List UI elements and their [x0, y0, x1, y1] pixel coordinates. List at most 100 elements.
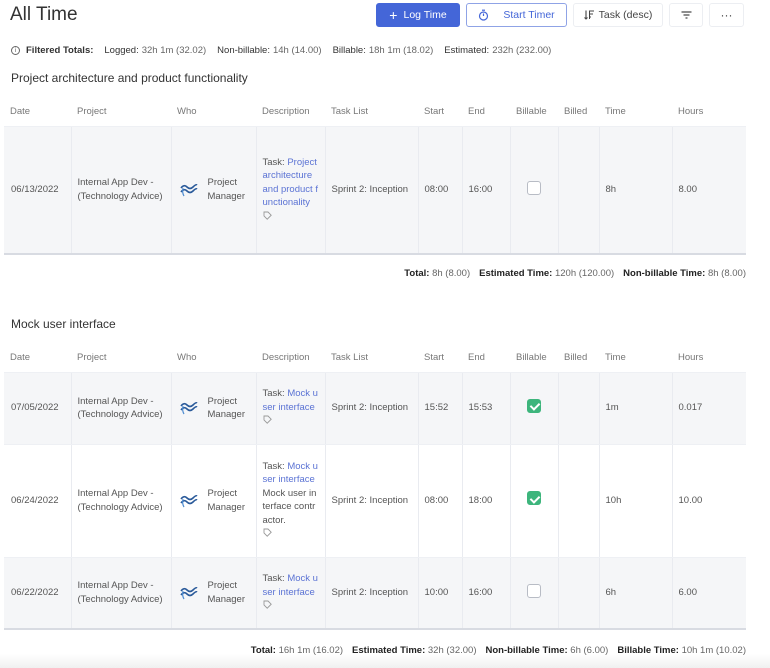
- time-entries-table: Date Project Who Description Task List Start E…: [4, 344, 746, 630]
- cell-who: Project Manager: [170, 557, 256, 630]
- page-title: All Time: [10, 4, 78, 25]
- avatar-icon: [179, 401, 198, 415]
- cell-who: Project Manager: [170, 444, 256, 558]
- column-header-who[interactable]: Who: [171, 344, 256, 372]
- column-header-task-list[interactable]: Task List: [325, 98, 418, 126]
- column-header-billed[interactable]: Billed: [558, 98, 599, 126]
- cell-who: Project Manager: [170, 125, 256, 255]
- cell-date: 07/05/2022: [4, 371, 71, 445]
- cell-description: Task: Mock user interface: [255, 371, 325, 445]
- column-header-end[interactable]: End: [462, 98, 510, 126]
- cell-billable: [509, 371, 558, 445]
- desc-note: Mock user interface contractor.: [262, 487, 317, 526]
- column-header-task-list[interactable]: Task List: [325, 344, 418, 372]
- column-header-project[interactable]: Project: [71, 98, 171, 126]
- who-name: Project Manager: [207, 177, 246, 202]
- stopwatch-icon: [479, 9, 489, 21]
- cell-date: 06/13/2022: [4, 125, 71, 255]
- tag-icon[interactable]: [263, 600, 319, 614]
- column-header-time[interactable]: Time: [599, 344, 672, 372]
- toolbar: + Log Time Start Timer Task (desc) ···: [376, 3, 744, 27]
- log-time-label: Log Time: [403, 9, 447, 21]
- desc-prefix: Task:: [262, 388, 285, 400]
- desc-prefix: Task:: [262, 460, 285, 472]
- cell-project: Internal App Dev - (Technology Advice): [70, 125, 171, 255]
- cell-end: 18:00: [461, 444, 510, 558]
- group-title: Project architecture and product functio…: [11, 71, 248, 85]
- total-non-billable: Non-billable: 14h (14.00): [217, 45, 322, 56]
- cell-time: 6h: [598, 557, 672, 630]
- cell-start: 10:00: [417, 557, 462, 630]
- cell-start: 08:00: [417, 444, 462, 558]
- cell-hours: 10.00: [671, 444, 746, 558]
- sort-button[interactable]: Task (desc): [573, 3, 663, 27]
- billable-checkbox[interactable]: [527, 398, 541, 413]
- column-header-billed[interactable]: Billed: [558, 344, 599, 372]
- desc-prefix: Task:: [262, 573, 285, 584]
- total-estimated: Estimated: 232h (232.00): [444, 45, 552, 56]
- group-total-item: Total: 8h (8.00): [404, 268, 471, 279]
- cell-start: 08:00: [417, 125, 462, 255]
- column-header-project[interactable]: Project: [71, 344, 171, 372]
- table-row[interactable]: 06/22/2022 Internal App Dev - (Technology…: [4, 557, 746, 630]
- column-header-end[interactable]: End: [462, 344, 510, 372]
- column-header-description[interactable]: Description: [256, 344, 325, 372]
- cell-billable: [509, 557, 558, 630]
- billable-checkbox[interactable]: [527, 180, 541, 195]
- filtered-totals: i Filtered Totals: Logged: 32h 1m (32.02)…: [11, 45, 562, 56]
- cell-billed: [557, 371, 599, 445]
- cell-time: 10h: [598, 444, 672, 558]
- column-header-time[interactable]: Time: [599, 98, 672, 126]
- cell-end: 15:53: [461, 371, 510, 445]
- column-header-date[interactable]: Date: [4, 98, 71, 126]
- cell-billable: [509, 444, 558, 558]
- column-header-date[interactable]: Date: [4, 344, 71, 372]
- cell-description: Task: Mock user interface Mock user inte…: [255, 444, 325, 558]
- cell-billed: [557, 557, 599, 630]
- cell-time: 1m: [598, 371, 672, 445]
- sort-icon: [583, 10, 594, 20]
- billable-checkbox[interactable]: [527, 583, 541, 598]
- column-header-hours[interactable]: Hours: [672, 98, 746, 126]
- column-header-description[interactable]: Description: [256, 98, 325, 126]
- desc-prefix: Task:: [262, 156, 285, 168]
- cell-task-list: Sprint 2: Inception: [324, 444, 418, 558]
- table-row[interactable]: 06/24/2022 Internal App Dev - (Technology…: [4, 444, 746, 558]
- filter-button[interactable]: [669, 3, 703, 27]
- tag-icon[interactable]: [263, 211, 319, 225]
- group-title: Mock user interface: [11, 317, 116, 331]
- table-row[interactable]: 06/13/2022 Internal App Dev - (Technology…: [4, 125, 746, 255]
- column-header-billable[interactable]: Billable: [510, 344, 558, 372]
- group-totals: Total: 8h (8.00) Estimated Time: 120h (12…: [404, 268, 746, 279]
- cell-description: Task: Project architecture and product f…: [255, 125, 325, 255]
- more-icon: ···: [720, 8, 733, 22]
- cell-task-list: Sprint 2: Inception: [324, 125, 418, 255]
- column-header-start[interactable]: Start: [418, 98, 462, 126]
- more-button[interactable]: ···: [709, 3, 744, 27]
- billable-checkbox[interactable]: [527, 491, 541, 506]
- start-timer-button[interactable]: Start Timer: [466, 3, 567, 27]
- start-timer-label: Start Timer: [503, 9, 555, 21]
- column-header-who[interactable]: Who: [171, 98, 256, 126]
- filter-icon: [681, 11, 691, 19]
- cell-date: 06/22/2022: [4, 557, 71, 630]
- cell-date: 06/24/2022: [4, 444, 71, 558]
- cell-project: Internal App Dev - (Technology Advice): [70, 557, 171, 630]
- avatar-icon: [179, 183, 198, 197]
- group-total-item: Estimated Time: 120h (120.00): [479, 268, 615, 279]
- avatar-icon: [179, 494, 198, 507]
- column-header-billable[interactable]: Billable: [510, 98, 558, 126]
- log-time-button[interactable]: + Log Time: [376, 3, 460, 27]
- time-entries-table: Date Project Who Description Task List Start E…: [4, 98, 746, 255]
- cell-billed: [557, 125, 599, 255]
- cell-project: Internal App Dev - (Technology Advice): [70, 444, 171, 558]
- column-header-hours[interactable]: Hours: [672, 344, 746, 372]
- cell-start: 15:52: [417, 371, 462, 445]
- tag-icon[interactable]: [263, 528, 319, 542]
- tag-icon[interactable]: [263, 415, 319, 429]
- column-header-start[interactable]: Start: [418, 344, 462, 372]
- plus-icon: +: [389, 7, 398, 23]
- who-name: Project Manager: [207, 580, 246, 605]
- cell-hours: 6.00: [671, 557, 746, 630]
- table-row[interactable]: 07/05/2022 Internal App Dev - (Technology…: [4, 371, 746, 445]
